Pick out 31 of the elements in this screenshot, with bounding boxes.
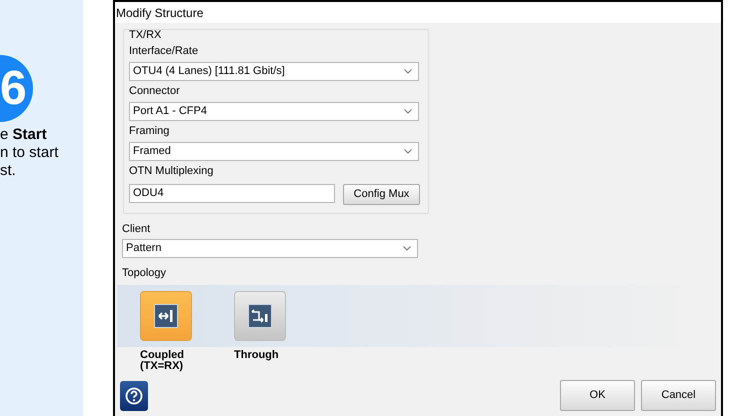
topology-option[interactable]	[140, 291, 192, 341]
option-label: Through	[234, 350, 280, 363]
group-title: TX/RX	[129, 29, 162, 41]
field-label: Connector	[129, 84, 181, 100]
dropdown[interactable]: OTU4 (4 Lanes) [111.81 Gbit/s]	[129, 62, 419, 81]
step-badge: 6	[0, 55, 33, 122]
dropdown[interactable]: Pattern	[122, 239, 418, 258]
dialog-button[interactable]: Cancel	[641, 380, 716, 411]
chevron-down-icon	[404, 69, 412, 74]
chevron-down-icon	[403, 246, 411, 251]
crossing-arrows-icon	[248, 304, 272, 328]
field-label: Topology	[122, 266, 168, 281]
instruction-text: e Start	[0, 126, 47, 144]
field-label: Framing	[129, 124, 170, 140]
input-field[interactable]: ODU4	[129, 184, 335, 203]
field-label: Interface/Rate	[129, 44, 200, 60]
dropdown[interactable]: Framed	[129, 142, 419, 161]
help-icon	[125, 387, 143, 405]
field-label: Client	[122, 222, 152, 237]
help-button[interactable]	[120, 381, 148, 411]
window-title: Modify Structure	[116, 4, 204, 22]
config-mux-button[interactable]: Config Mux	[343, 184, 420, 205]
instruction-text: st.	[0, 162, 16, 180]
field-label: OTN Multiplexing	[129, 164, 214, 180]
dropdown[interactable]: Port A1 - CFP4	[129, 102, 419, 121]
chevron-down-icon	[404, 149, 412, 154]
chevron-down-icon	[404, 109, 412, 114]
instruction-text: n to start	[0, 144, 58, 162]
dialog-button[interactable]: OK	[560, 380, 635, 411]
option-label: Coupled (TX=RX)	[140, 350, 185, 374]
topology-option[interactable]	[234, 291, 286, 341]
